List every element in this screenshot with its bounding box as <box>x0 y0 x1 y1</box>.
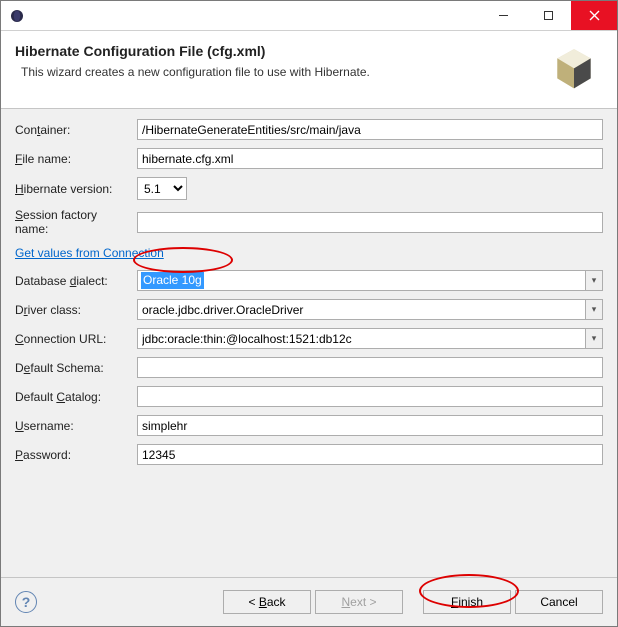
wizard-description: This wizard creates a new configuration … <box>15 65 603 79</box>
driver-input[interactable] <box>137 299 585 320</box>
password-input[interactable] <box>137 444 603 465</box>
chevron-down-icon[interactable]: ▾ <box>585 270 603 291</box>
wizard-header: Hibernate Configuration File (cfg.xml) T… <box>1 31 617 109</box>
wizard-window: Hibernate Configuration File (cfg.xml) T… <box>0 0 618 627</box>
wizard-body: Container: File name: Hibernate version:… <box>1 109 617 577</box>
username-input[interactable] <box>137 415 603 436</box>
catalog-label: Default Catalog: <box>15 390 131 404</box>
dialect-label: Database dialect: <box>15 274 131 288</box>
hibernate-version-select[interactable]: 5.1 <box>137 177 187 200</box>
get-values-link[interactable]: Get values from Connection <box>15 246 164 260</box>
maximize-button[interactable] <box>526 1 571 30</box>
filename-label: File name: <box>15 152 131 166</box>
schema-input[interactable] <box>137 357 603 378</box>
driver-label: Driver class: <box>15 303 131 317</box>
finish-button[interactable]: Finish <box>423 590 511 614</box>
session-factory-input[interactable] <box>137 212 603 233</box>
url-input[interactable] <box>137 328 585 349</box>
password-label: Password: <box>15 448 131 462</box>
hibernate-icon <box>549 45 599 95</box>
container-label: Container: <box>15 123 131 137</box>
session-factory-label: Session factory name: <box>15 208 131 236</box>
wizard-footer: ? < Back Next > Finish Cancel <box>1 577 617 626</box>
chevron-down-icon[interactable]: ▾ <box>585 328 603 349</box>
dialect-combo[interactable]: Oracle 10g ▾ <box>137 270 603 291</box>
minimize-button[interactable] <box>481 1 526 30</box>
url-combo[interactable]: ▾ <box>137 328 603 349</box>
schema-label: Default Schema: <box>15 361 131 375</box>
container-input[interactable] <box>137 119 603 140</box>
chevron-down-icon[interactable]: ▾ <box>585 299 603 320</box>
cancel-button[interactable]: Cancel <box>515 590 603 614</box>
back-button[interactable]: < Back <box>223 590 311 614</box>
next-button: Next > <box>315 590 403 614</box>
eclipse-icon <box>9 8 25 24</box>
catalog-input[interactable] <box>137 386 603 407</box>
hibernate-version-label: Hibernate version: <box>15 182 131 196</box>
url-label: Connection URL: <box>15 332 131 346</box>
help-icon[interactable]: ? <box>15 591 37 613</box>
filename-input[interactable] <box>137 148 603 169</box>
username-label: Username: <box>15 419 131 433</box>
titlebar <box>1 1 617 31</box>
driver-combo[interactable]: ▾ <box>137 299 603 320</box>
wizard-title: Hibernate Configuration File (cfg.xml) <box>15 43 603 59</box>
dialect-input[interactable] <box>137 270 585 291</box>
close-button[interactable] <box>571 1 617 30</box>
